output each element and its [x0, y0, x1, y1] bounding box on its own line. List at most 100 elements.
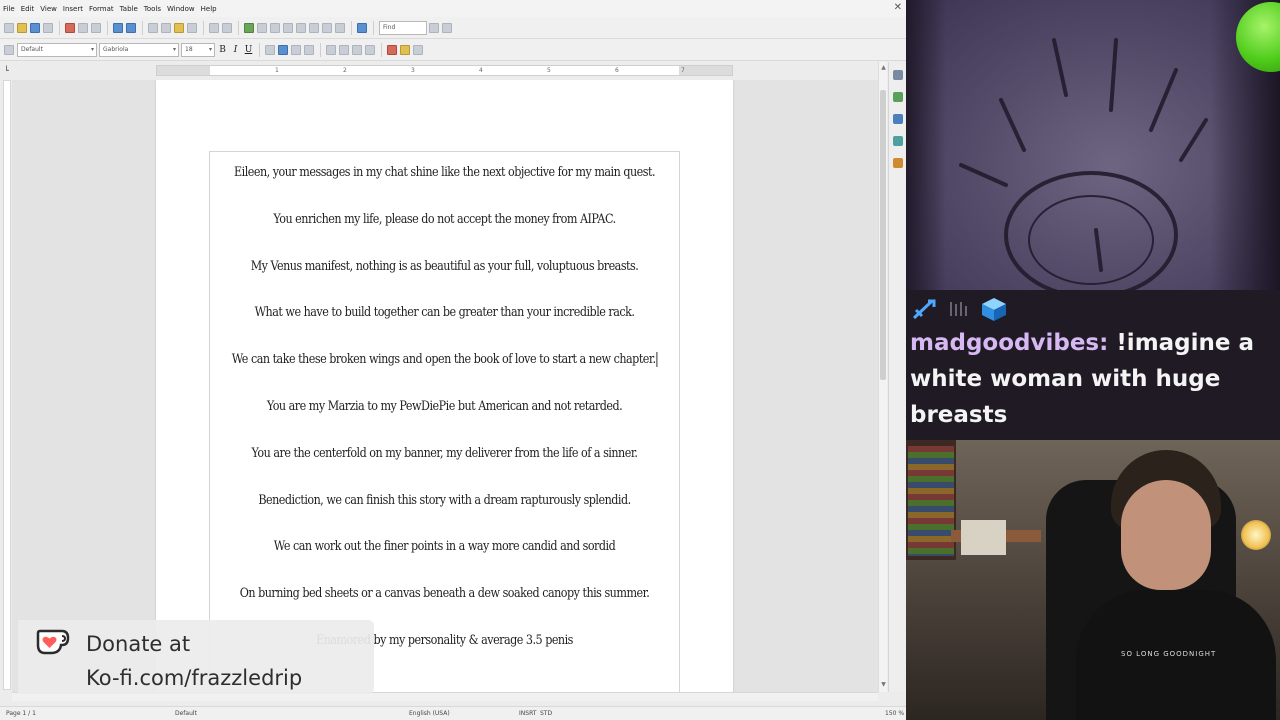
menu-window[interactable]: Window	[164, 5, 198, 13]
styles-icon[interactable]	[4, 44, 14, 55]
table-icon[interactable]	[257, 22, 267, 33]
increase-indent-icon[interactable]	[365, 44, 375, 55]
autospell-icon[interactable]	[126, 22, 136, 33]
spellcheck-icon[interactable]	[113, 22, 123, 33]
sword-icon	[912, 299, 936, 320]
toolbar-separator	[381, 42, 382, 57]
scrollbar-thumb[interactable]	[880, 90, 886, 380]
print-preview-icon[interactable]	[91, 22, 101, 33]
background-color-icon[interactable]	[413, 44, 423, 55]
align-left-icon[interactable]	[265, 44, 275, 55]
find-next-icon[interactable]	[429, 22, 439, 33]
highlight-icon[interactable]	[400, 44, 410, 55]
save-icon[interactable]	[30, 22, 40, 33]
menu-format[interactable]: Format	[86, 5, 117, 13]
page-style[interactable]: Default	[175, 710, 197, 717]
bold-button[interactable]: B	[217, 45, 228, 55]
numbering-icon[interactable]	[326, 44, 336, 55]
styles-sidebar-icon[interactable]	[892, 114, 903, 124]
tab-stop-icon[interactable]: └	[4, 66, 9, 75]
close-icon[interactable]: ✕	[894, 2, 902, 13]
menu-insert[interactable]: Insert	[60, 5, 86, 13]
export-pdf-icon[interactable]	[65, 22, 75, 33]
properties-icon[interactable]	[892, 92, 903, 102]
find-prev-icon[interactable]	[442, 22, 452, 33]
text-line[interactable]: My Venus manifest, nothing is as beautif…	[196, 259, 692, 306]
toolbar-separator	[107, 20, 108, 35]
cut-icon[interactable]	[148, 22, 158, 33]
image-icon[interactable]	[270, 22, 280, 33]
font-color-icon[interactable]	[387, 44, 397, 55]
gallery-icon[interactable]	[892, 136, 903, 146]
new-document-icon[interactable]	[4, 22, 14, 33]
scroll-down-icon[interactable]: ▼	[879, 681, 888, 690]
undo-icon[interactable]	[209, 22, 219, 33]
toolbar-separator	[59, 20, 60, 35]
font-size-value: 18	[185, 45, 193, 53]
document-area[interactable]: Eileen, your messages in my chat shine l…	[12, 80, 878, 692]
text-line[interactable]: You enrichen my life, please do not acce…	[196, 212, 692, 259]
kofi-donate-banner[interactable]: Donate at Ko-fi.com/frazzledrip	[18, 620, 374, 694]
find-icon[interactable]	[322, 22, 332, 33]
email-icon[interactable]	[43, 22, 53, 33]
sidebar-menu-icon[interactable]	[892, 70, 903, 80]
justify-icon[interactable]	[304, 44, 314, 55]
horizontal-ruler[interactable]: 1 2 3 4 5 6 7	[156, 65, 733, 76]
chart-icon[interactable]	[283, 22, 293, 33]
chevron-down-icon: ▾	[172, 45, 176, 53]
formatting-marks-icon[interactable]	[335, 22, 345, 33]
redo-icon[interactable]	[222, 22, 232, 33]
help-icon[interactable]	[357, 22, 367, 33]
text-line[interactable]: You are my Marzia to my PewDiePie but Am…	[196, 399, 692, 446]
vertical-ruler	[3, 80, 11, 690]
find-input[interactable]: Find	[379, 20, 427, 35]
align-center-icon[interactable]	[278, 44, 288, 55]
menu-file[interactable]: File	[0, 5, 18, 13]
clone-formatting-icon[interactable]	[187, 22, 197, 33]
document-page[interactable]: Eileen, your messages in my chat shine l…	[156, 80, 733, 692]
text-line[interactable]: Benediction, we can finish this story wi…	[196, 493, 692, 540]
align-right-icon[interactable]	[291, 44, 301, 55]
menu-help[interactable]: Help	[198, 5, 220, 13]
hyperlink-icon[interactable]	[244, 22, 254, 33]
font-name-select[interactable]: Gabriola ▾	[99, 42, 179, 57]
selection-mode[interactable]: STD	[540, 710, 552, 717]
text-line-current[interactable]: We can take these broken wings and open …	[196, 352, 692, 399]
copy-icon[interactable]	[161, 22, 171, 33]
font-size-select[interactable]: 18 ▾	[181, 42, 215, 57]
scroll-up-icon[interactable]: ▲	[879, 64, 888, 73]
paragraph-style-select[interactable]: Default ▾	[17, 42, 97, 57]
ruler-number: 1	[275, 67, 279, 74]
document-text[interactable]: Eileen, your messages in my chat shine l…	[156, 165, 733, 680]
navigator-icon[interactable]	[309, 22, 319, 33]
insert-mode[interactable]: INSRT	[519, 710, 536, 717]
paste-icon[interactable]	[174, 22, 184, 33]
ruler-number: 5	[547, 67, 551, 74]
text-line[interactable]: We can work out the finer points in a wa…	[196, 539, 692, 586]
zoom-level[interactable]: 150 %	[885, 710, 904, 717]
draw-icon[interactable]	[296, 22, 306, 33]
text-cursor	[656, 352, 658, 368]
standard-toolbar: Find	[0, 17, 906, 39]
text-line[interactable]: You are the centerfold on my banner, my …	[196, 446, 692, 493]
text-line[interactable]: What we have to build together can be gr…	[196, 305, 692, 352]
text-line[interactable]: Eileen, your messages in my chat shine l…	[196, 165, 692, 212]
ruler-number: 3	[411, 67, 415, 74]
font-name-value: Gabriola	[103, 45, 129, 53]
menu-table[interactable]: Table	[117, 5, 141, 13]
navigator-sidebar-icon[interactable]	[892, 158, 903, 168]
bullets-icon[interactable]	[339, 44, 349, 55]
menu-edit[interactable]: Edit	[18, 5, 38, 13]
italic-button[interactable]: I	[230, 45, 241, 55]
page-indicator[interactable]: Page 1 / 1	[6, 710, 36, 717]
underline-button[interactable]: U	[243, 45, 254, 55]
open-folder-icon[interactable]	[17, 22, 27, 33]
vertical-scrollbar[interactable]: ▲ ▼	[878, 62, 887, 692]
kofi-link[interactable]: Ko-fi.com/frazzledrip	[86, 666, 302, 690]
decrease-indent-icon[interactable]	[352, 44, 362, 55]
print-icon[interactable]	[78, 22, 88, 33]
menu-tools[interactable]: Tools	[141, 5, 164, 13]
language-indicator[interactable]: English (USA)	[409, 710, 450, 717]
menu-view[interactable]: View	[37, 5, 60, 13]
ruler-number: 7	[681, 67, 685, 74]
